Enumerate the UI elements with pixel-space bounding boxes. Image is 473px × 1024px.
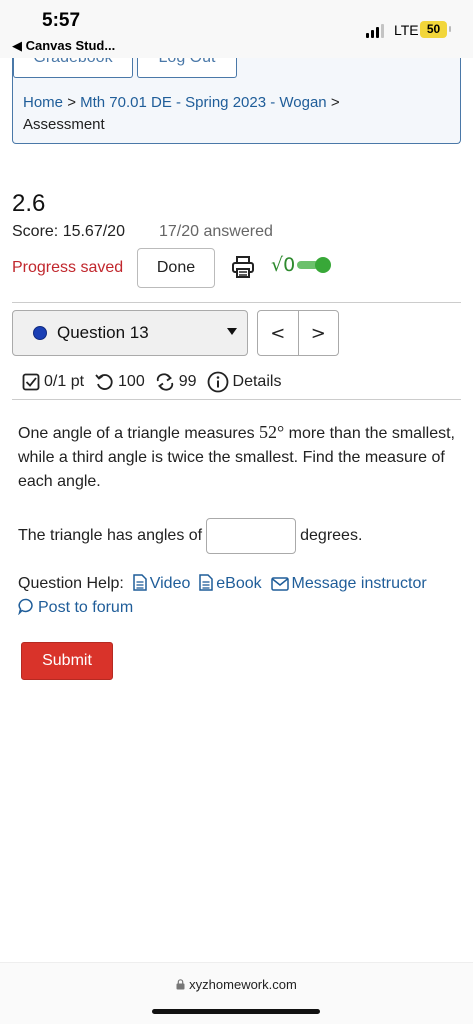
answered-count: 17/20 answered xyxy=(159,223,273,240)
math-display-toggle[interactable]: √0 xyxy=(271,254,332,276)
breadcrumb-home[interactable]: Home xyxy=(23,94,63,111)
lock-icon xyxy=(176,979,185,990)
message-instructor-link[interactable]: Message instructor xyxy=(270,575,427,592)
question-select[interactable]: Question 13 xyxy=(12,310,248,356)
points-text: 0/1 pt xyxy=(44,373,85,390)
breadcrumb-current: Assessment xyxy=(23,116,105,133)
details-link[interactable]: Details xyxy=(207,371,282,393)
retries-stat: 100 xyxy=(94,373,145,391)
breadcrumb-course[interactable]: Mth 70.01 DE - Spring 2023 - Wogan xyxy=(80,94,327,111)
video-link-label: Video xyxy=(149,575,191,592)
course-nav-panel: Gradebook Log Out Home > Mth 70.01 DE - … xyxy=(12,58,461,144)
progress-status: Progress saved xyxy=(12,259,124,276)
question-text: One angle of a triangle measures 52° mor… xyxy=(18,420,458,494)
signal-icon xyxy=(366,24,384,38)
gradebook-tab[interactable]: Gradebook xyxy=(13,58,133,78)
sqrt-icon: √0 xyxy=(271,254,296,276)
status-bar: 5:57 ◀ Canvas Stud... LTE 50 xyxy=(0,0,473,58)
breadcrumb: Home > Mth 70.01 DE - Spring 2023 - Woga… xyxy=(23,92,443,136)
question-status-dot xyxy=(33,326,47,340)
document-icon xyxy=(199,574,214,591)
toggle-switch[interactable] xyxy=(297,257,332,273)
assignment-title: 2.6 xyxy=(12,190,46,217)
question-text-before: One angle of a triangle measures xyxy=(18,425,260,442)
envelope-icon xyxy=(270,577,289,591)
answer-prefix: The triangle has angles of xyxy=(18,527,203,544)
breadcrumb-sep: > xyxy=(67,94,76,111)
print-icon[interactable] xyxy=(231,256,255,278)
back-to-app-link[interactable]: ◀ Canvas Stud... xyxy=(12,38,115,54)
checkbox-icon xyxy=(22,373,40,391)
done-button[interactable]: Done xyxy=(137,248,215,288)
attempts-stat: 99 xyxy=(155,373,197,391)
message-link-label: Message instructor xyxy=(291,575,427,592)
retry-icon xyxy=(95,374,113,390)
attempts-icon xyxy=(156,373,173,391)
angle-value: 52° xyxy=(259,422,285,442)
answer-suffix: degrees. xyxy=(300,527,363,544)
battery-nub xyxy=(449,26,451,32)
attempts-text: 99 xyxy=(178,373,197,390)
question-nav-buttons: < > xyxy=(257,310,339,356)
submit-button[interactable]: Submit xyxy=(21,642,113,680)
breadcrumb-sep: > xyxy=(330,94,340,111)
divider xyxy=(12,302,461,303)
network-label: LTE xyxy=(394,22,419,38)
answer-input[interactable] xyxy=(206,518,297,554)
help-label: Question Help: xyxy=(18,575,124,592)
video-link[interactable]: Video xyxy=(132,574,191,592)
url-display[interactable]: xyzhomework.com xyxy=(0,977,473,992)
points-stat: 0/1 pt xyxy=(22,373,84,391)
question-select-label: Question 13 xyxy=(57,323,149,342)
info-icon xyxy=(207,371,228,393)
browser-bar: xyzhomework.com xyxy=(0,962,473,1024)
forum-link[interactable]: Post to forum xyxy=(18,598,134,616)
prev-question-button[interactable]: < xyxy=(258,311,299,355)
question-stats: 0/1 pt 100 99 Details xyxy=(22,368,291,396)
speech-bubble-icon xyxy=(18,598,33,616)
retries-text: 100 xyxy=(118,373,145,390)
battery-icon: 50 xyxy=(420,21,447,38)
home-indicator[interactable] xyxy=(152,1009,320,1014)
ebook-link[interactable]: eBook xyxy=(199,574,262,592)
gradebook-tab-label: Gradebook xyxy=(14,58,132,67)
answer-row: The triangle has angles of degrees. xyxy=(18,518,362,554)
logout-tab-label: Log Out xyxy=(138,58,236,67)
document-icon xyxy=(132,574,147,591)
logout-tab[interactable]: Log Out xyxy=(137,58,237,78)
question-help: Question Help: Video eBook Message instr… xyxy=(18,572,458,620)
divider xyxy=(12,399,461,400)
details-label: Details xyxy=(232,373,282,390)
chevron-down-icon xyxy=(227,328,237,335)
url-text: xyzhomework.com xyxy=(189,977,297,992)
forum-link-label: Post to forum xyxy=(38,599,134,616)
ebook-link-label: eBook xyxy=(216,575,262,592)
score-text: Score: 15.67/20 xyxy=(12,223,125,240)
next-question-button[interactable]: > xyxy=(298,311,338,355)
status-time: 5:57 xyxy=(42,10,81,31)
